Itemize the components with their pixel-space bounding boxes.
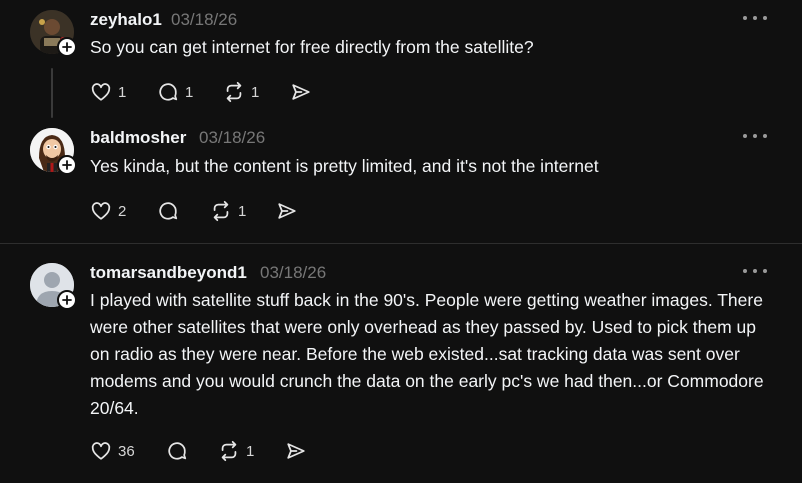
follow-plus-icon[interactable] — [57, 37, 77, 57]
repost-count: 1 — [238, 202, 247, 220]
repost-count: 1 — [251, 83, 260, 101]
like-count: 2 — [118, 202, 127, 220]
repost-button[interactable]: 1 — [223, 79, 259, 105]
action-bar: 1 1 1 — [90, 79, 390, 105]
post-date[interactable]: 03/18/26 — [171, 10, 237, 30]
post-divider — [0, 243, 802, 244]
comment-icon — [168, 442, 187, 460]
post-text: I played with satellite stuff back in th… — [90, 290, 764, 418]
share-icon — [278, 203, 296, 219]
repost-button[interactable]: 1 — [210, 198, 246, 224]
reply-button[interactable]: 1 — [157, 79, 193, 105]
action-bar: 36 1 — [90, 438, 390, 464]
repost-icon — [213, 200, 229, 222]
share-button[interactable] — [290, 79, 312, 105]
repost-count: 1 — [246, 442, 255, 460]
username[interactable]: zeyhalo1 — [90, 10, 162, 30]
comment-icon — [159, 202, 178, 220]
post-text: Yes kinda, but the content is pretty lim… — [90, 156, 599, 176]
share-button[interactable] — [285, 438, 307, 464]
like-button[interactable]: 2 — [90, 198, 126, 224]
post-date[interactable]: 03/18/26 — [260, 263, 326, 283]
repost-icon — [221, 440, 237, 462]
like-count: 1 — [118, 83, 127, 101]
repost-icon — [226, 81, 242, 103]
heart-icon — [91, 442, 111, 460]
follow-plus-icon[interactable] — [57, 290, 77, 310]
like-button[interactable]: 1 — [90, 79, 126, 105]
post-date[interactable]: 03/18/26 — [199, 128, 265, 148]
post-tomarsandbeyond1: tomarsandbeyond1 03/18/26 I played with … — [0, 253, 802, 483]
share-icon — [292, 84, 310, 100]
thread-line — [51, 68, 53, 118]
post-zeyhalo1: zeyhalo1 03/18/26 So you can get interne… — [0, 0, 802, 125]
like-count: 36 — [118, 442, 135, 460]
follow-plus-icon[interactable] — [57, 155, 77, 175]
comment-icon — [159, 83, 178, 101]
reply-count: 1 — [185, 83, 194, 101]
post-baldmosher: baldmosher 03/18/26 Yes kinda, but the c… — [0, 118, 802, 243]
username[interactable]: baldmosher — [90, 128, 186, 148]
heart-icon — [91, 202, 111, 220]
heart-icon — [91, 83, 111, 101]
reply-button[interactable] — [157, 198, 185, 224]
reply-button[interactable] — [166, 438, 194, 464]
share-button[interactable] — [276, 198, 298, 224]
more-icon[interactable] — [743, 131, 767, 141]
like-button[interactable]: 36 — [90, 438, 135, 464]
share-icon — [287, 443, 305, 459]
action-bar: 2 1 — [90, 198, 390, 224]
username[interactable]: tomarsandbeyond1 — [90, 263, 247, 283]
repost-button[interactable]: 1 — [218, 438, 254, 464]
post-text: So you can get internet for free directl… — [90, 37, 534, 57]
more-icon[interactable] — [743, 13, 767, 23]
more-icon[interactable] — [743, 266, 767, 276]
